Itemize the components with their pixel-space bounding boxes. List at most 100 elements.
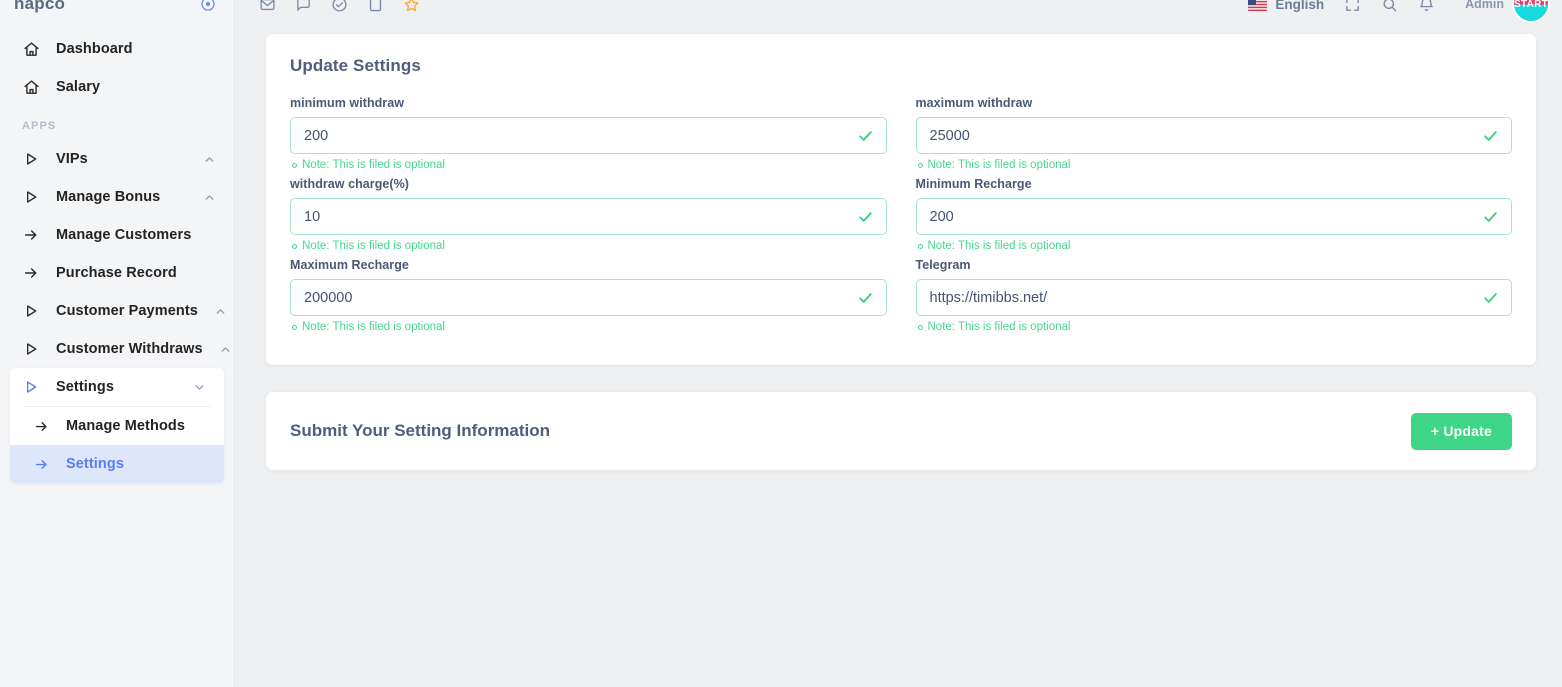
- update-button[interactable]: + Update: [1410, 412, 1512, 450]
- brand[interactable]: napco: [0, 0, 234, 13]
- search-icon[interactable]: [1381, 0, 1398, 13]
- mail-icon[interactable]: [259, 0, 276, 13]
- maximum-withdraw-input[interactable]: [915, 117, 1512, 154]
- topbar-left-icons: [259, 0, 420, 13]
- input-wrap: [915, 117, 1512, 154]
- play-triangle-icon: [22, 340, 40, 358]
- chevron-up-icon: [203, 191, 216, 204]
- note-dot-icon: [917, 324, 923, 330]
- field-label: maximum withdraw: [915, 96, 1033, 110]
- sidebar-item-manage-methods[interactable]: Manage Methods: [10, 407, 224, 445]
- note-text: Note: This is filed is optional: [927, 321, 1071, 333]
- chevron-down-icon: [193, 381, 206, 394]
- field-withdraw-charge: withdraw charge(%) Note: This is filed i…: [290, 177, 887, 258]
- note-dot-icon: [292, 324, 297, 330]
- sidebar-item-customer-withdraws[interactable]: Customer Withdraws: [0, 330, 234, 368]
- star-icon[interactable]: [403, 0, 420, 13]
- input-wrap: [290, 117, 887, 154]
- app-root: napco Dashboard Salary APPS VIPs Manage …: [0, 0, 1562, 687]
- arrow-right-icon: [22, 226, 40, 244]
- note-dot-icon: [292, 162, 297, 168]
- note-dot-icon: [917, 243, 923, 249]
- field-note: Note: This is filed is optional: [292, 321, 887, 333]
- sidebar-item-label: Settings: [56, 379, 114, 395]
- sidebar-item-settings[interactable]: Settings: [10, 368, 224, 406]
- maximum-recharge-input[interactable]: [290, 279, 887, 316]
- field-label: withdraw charge(%): [290, 177, 409, 191]
- sidebar-item-label: Purchase Record: [56, 265, 177, 281]
- input-wrap: [915, 279, 1512, 316]
- field-label: Maximum Recharge: [290, 258, 409, 272]
- sidebar-item-vips[interactable]: VIPs: [0, 140, 234, 178]
- field-minimum-recharge: Minimum Recharge Note: This is filed is …: [915, 177, 1512, 258]
- field-maximum-recharge: Maximum Recharge Note: This is filed is …: [290, 258, 887, 339]
- chevron-up-icon: [203, 153, 216, 166]
- check-circle-icon[interactable]: [331, 0, 348, 13]
- topbar-right: English Admin START: [1248, 0, 1548, 21]
- submit-title: Submit Your Setting Information: [290, 421, 551, 440]
- home-icon: [22, 78, 40, 96]
- note-text: Note: This is filed is optional: [302, 321, 445, 333]
- note-dot-icon: [917, 162, 923, 168]
- field-label: minimum withdraw: [290, 96, 405, 110]
- telegram-input[interactable]: [915, 279, 1512, 316]
- language-selector[interactable]: English: [1248, 0, 1324, 12]
- minimum-recharge-input[interactable]: [915, 198, 1512, 235]
- main-area: English Admin START Update Settings mini…: [235, 0, 1562, 687]
- sidebar-item-label: Customer Payments: [56, 303, 198, 319]
- sidebar-item-label: VIPs: [56, 151, 88, 167]
- sidebar-item-label: Dashboard: [56, 41, 133, 57]
- target-icon[interactable]: [200, 0, 216, 12]
- us-flag-icon: [1248, 0, 1268, 11]
- sidebar-item-label: Customer Withdraws: [56, 341, 203, 357]
- input-wrap: [915, 198, 1512, 235]
- bell-icon[interactable]: [1418, 0, 1435, 13]
- sidebar-item-label: Salary: [56, 79, 101, 95]
- avatar[interactable]: START: [1514, 0, 1548, 21]
- update-settings-card: Update Settings minimum withdraw 200 Not…: [266, 34, 1536, 365]
- input-wrap: [290, 198, 887, 235]
- chevron-up-icon: [219, 343, 232, 356]
- sidebar-group-settings: Settings Manage Methods Settings: [10, 368, 224, 483]
- sidebar-item-customer-payments[interactable]: Customer Payments: [0, 292, 234, 330]
- sidebar-item-purchase-record[interactable]: Purchase Record: [0, 254, 234, 292]
- user-meta: Admin: [1465, 0, 1504, 11]
- play-triangle-icon: [22, 150, 40, 168]
- withdraw-charge-input[interactable]: [290, 198, 887, 235]
- sidebar-item-label: Manage Customers: [56, 227, 192, 243]
- user-role: Admin: [1465, 0, 1504, 11]
- chat-icon[interactable]: [295, 0, 312, 13]
- sidebar-item-dashboard[interactable]: Dashboard: [0, 30, 234, 68]
- sidebar-item-manage-customers[interactable]: Manage Customers: [0, 216, 234, 254]
- sidebar-item-label: Manage Bonus: [56, 189, 161, 205]
- minimum-withdraw-input[interactable]: [290, 117, 887, 154]
- page-title: Update Settings: [290, 56, 421, 75]
- chevron-up-icon: [214, 305, 227, 318]
- note-dot-icon: [292, 243, 297, 249]
- field-note: Note: This is filed is optional: [917, 321, 1513, 333]
- field-minimum-withdraw: minimum withdraw Note: This is filed is …: [290, 96, 887, 177]
- fullscreen-icon[interactable]: [1344, 0, 1361, 13]
- input-wrap: [290, 279, 887, 316]
- arrow-right-icon: [32, 417, 50, 435]
- sidebar-section-apps: APPS: [22, 120, 57, 132]
- sidebar-item-label: Manage Methods: [66, 418, 186, 434]
- arrow-right-icon: [22, 264, 40, 282]
- topbar: English Admin START: [235, 0, 1562, 21]
- sidebar-nav: Dashboard Salary APPS VIPs Manage Bonus …: [0, 12, 234, 483]
- field-telegram: Telegram Note: This is filed is optional: [915, 258, 1513, 339]
- field-note: Note: This is filed is optional: [292, 159, 887, 171]
- note-text: Note: This is filed is optional: [302, 240, 445, 252]
- play-triangle-icon: [22, 302, 40, 320]
- field-maximum-withdraw: maximum withdraw Note: This is filed is …: [915, 96, 1512, 177]
- play-triangle-icon: [22, 378, 40, 396]
- user-menu[interactable]: Admin START: [1465, 0, 1548, 21]
- play-triangle-icon: [22, 188, 40, 206]
- language-label: English: [1275, 0, 1325, 12]
- sidebar-item-manage-bonus[interactable]: Manage Bonus: [0, 178, 234, 216]
- sidebar-item-settings-child[interactable]: Settings: [10, 445, 224, 483]
- sidebar-item-label: Settings: [66, 456, 124, 472]
- home-icon: [22, 40, 40, 58]
- note-icon[interactable]: [367, 0, 384, 13]
- sidebar-item-salary[interactable]: Salary: [0, 68, 234, 106]
